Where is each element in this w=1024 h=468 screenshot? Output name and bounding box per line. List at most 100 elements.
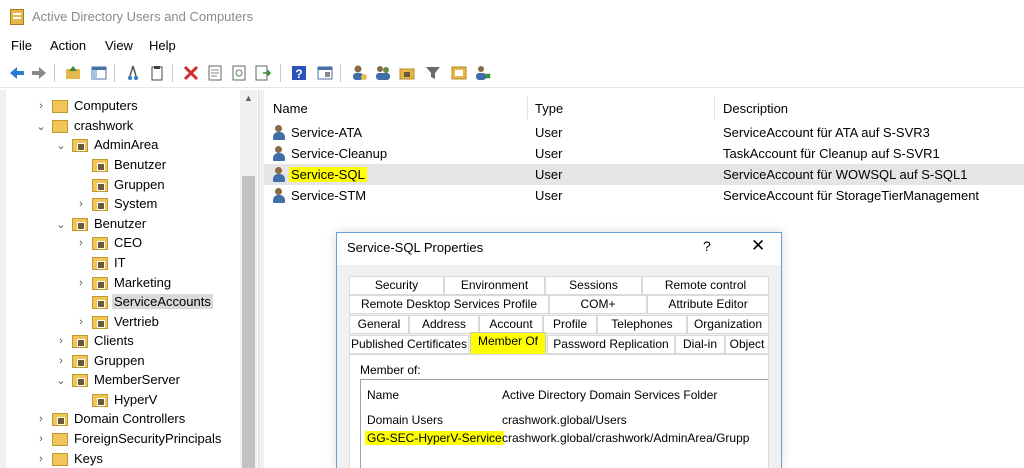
chevron-down-icon[interactable]: ⌄ bbox=[56, 218, 66, 231]
tree-item-label: Benutzer bbox=[114, 157, 167, 172]
chevron-right-icon[interactable]: › bbox=[36, 100, 46, 112]
up-folder-icon[interactable] bbox=[64, 64, 82, 82]
chevron-down-icon[interactable]: ⌄ bbox=[56, 139, 66, 152]
ou-folder-icon bbox=[92, 159, 108, 172]
tab-com-plus[interactable]: COM+ bbox=[549, 295, 647, 314]
tab-organization[interactable]: Organization bbox=[687, 315, 769, 334]
tree-scrollbar[interactable]: ▲ bbox=[240, 90, 257, 468]
tab-member-of[interactable]: Member Of bbox=[470, 332, 546, 354]
tab-object[interactable]: Object bbox=[725, 335, 769, 354]
properties-icon[interactable] bbox=[206, 64, 224, 82]
user-icon bbox=[272, 188, 286, 203]
chevron-right-icon[interactable]: › bbox=[76, 237, 86, 249]
filter-icon[interactable] bbox=[424, 64, 442, 82]
member-row[interactable]: Domain Users crashwork.global/Users bbox=[361, 412, 767, 430]
new-group-icon[interactable] bbox=[374, 64, 392, 82]
show-tree-icon[interactable] bbox=[90, 64, 108, 82]
chevron-right-icon[interactable]: › bbox=[36, 413, 46, 425]
console-icon[interactable] bbox=[316, 64, 334, 82]
ou-folder-icon bbox=[72, 139, 88, 152]
new-ou-icon[interactable] bbox=[398, 64, 416, 82]
tree-item-label: System bbox=[114, 196, 158, 211]
tree-item-label: HyperV bbox=[114, 392, 158, 407]
chevron-right-icon[interactable]: › bbox=[36, 433, 46, 445]
column-header-description[interactable]: Description bbox=[723, 101, 788, 116]
member-name: Domain Users bbox=[367, 413, 444, 427]
list-row-selected[interactable]: Service-SQL User ServiceAccount für WOWS… bbox=[264, 164, 1024, 185]
scroll-up-icon[interactable]: ▲ bbox=[240, 90, 257, 107]
forward-icon[interactable] bbox=[30, 64, 48, 82]
tree-item-label: Gruppen bbox=[114, 177, 165, 192]
help-button[interactable]: ? bbox=[703, 238, 711, 254]
chevron-down-icon[interactable]: ⌄ bbox=[36, 120, 46, 133]
chevron-right-icon[interactable]: › bbox=[36, 453, 46, 465]
ou-folder-icon bbox=[92, 296, 108, 309]
tab-general[interactable]: General bbox=[349, 315, 409, 334]
toolbar-separator bbox=[54, 64, 55, 82]
list-row[interactable]: Service-ATA User ServiceAccount für ATA … bbox=[264, 122, 1024, 143]
column-header-type[interactable]: Type bbox=[535, 101, 563, 116]
tab-environment[interactable]: Environment bbox=[444, 276, 545, 295]
navigation-tree: › Computers ⌄ crashwork ⌄ AdminArea Benu… bbox=[0, 90, 258, 468]
back-icon[interactable] bbox=[8, 64, 26, 82]
folder-icon bbox=[52, 100, 68, 113]
member-of-list[interactable]: Name Active Directory Domain Services Fo… bbox=[360, 379, 768, 468]
scrollbar-thumb[interactable] bbox=[242, 176, 255, 468]
row-type: User bbox=[535, 188, 563, 203]
member-row[interactable]: GG-SEC-HyperV-Service crashwork.global/c… bbox=[361, 430, 767, 448]
delegate-icon[interactable] bbox=[474, 64, 492, 82]
help-icon[interactable]: ? bbox=[290, 64, 308, 82]
column-header-name[interactable]: Name bbox=[273, 101, 308, 116]
tab-attribute-editor[interactable]: Attribute Editor bbox=[647, 295, 769, 314]
aduc-icon bbox=[10, 9, 24, 25]
ou-folder-icon bbox=[92, 277, 108, 290]
row-description: ServiceAccount für ATA auf S-SVR3 bbox=[723, 125, 930, 140]
menu-file[interactable]: File bbox=[11, 38, 32, 53]
delete-icon[interactable] bbox=[182, 64, 200, 82]
member-folder: crashwork.global/Users bbox=[502, 413, 627, 427]
menu-help[interactable]: Help bbox=[149, 38, 176, 53]
new-user-icon[interactable] bbox=[350, 64, 368, 82]
menu-action[interactable]: Action bbox=[50, 38, 86, 53]
chevron-right-icon[interactable]: › bbox=[76, 277, 86, 289]
chevron-right-icon[interactable]: › bbox=[56, 335, 66, 347]
row-type: User bbox=[535, 146, 563, 161]
tab-remote-control[interactable]: Remote control bbox=[642, 276, 769, 295]
export-icon[interactable] bbox=[254, 64, 272, 82]
tree-item-label: Gruppen bbox=[94, 353, 145, 368]
tab-address[interactable]: Address bbox=[409, 315, 479, 334]
tree-item-label: ForeignSecurityPrincipals bbox=[74, 431, 222, 446]
chevron-right-icon[interactable]: › bbox=[76, 198, 86, 210]
ou-folder-icon bbox=[92, 179, 108, 192]
column-separator[interactable] bbox=[527, 96, 528, 120]
chevron-down-icon[interactable]: ⌄ bbox=[56, 374, 66, 387]
ou-folder-icon bbox=[72, 374, 88, 387]
ou-folder-icon bbox=[72, 355, 88, 368]
tree-item-label: MemberServer bbox=[94, 372, 180, 387]
member-column-name[interactable]: Name bbox=[367, 388, 399, 402]
list-row[interactable]: Service-STM User ServiceAccount für Stor… bbox=[264, 185, 1024, 206]
row-name: Service-ATA bbox=[291, 125, 363, 140]
tab-security[interactable]: Security bbox=[349, 276, 444, 295]
row-description: ServiceAccount für WOWSQL auf S-SQL1 bbox=[723, 167, 968, 182]
dialog-title: Service-SQL Properties bbox=[347, 240, 484, 255]
copy-icon[interactable] bbox=[148, 64, 166, 82]
tree-item-label: Marketing bbox=[114, 275, 172, 290]
list-row[interactable]: Service-Cleanup User TaskAccount für Cle… bbox=[264, 143, 1024, 164]
chevron-right-icon[interactable]: › bbox=[56, 355, 66, 367]
cut-icon[interactable] bbox=[124, 64, 142, 82]
add-to-group-icon[interactable] bbox=[450, 64, 468, 82]
close-button[interactable]: ✕ bbox=[751, 236, 765, 256]
tab-published-certificates[interactable]: Published Certificates bbox=[349, 335, 469, 354]
chevron-right-icon[interactable]: › bbox=[76, 316, 86, 328]
tab-profile[interactable]: Profile bbox=[543, 315, 597, 334]
column-separator[interactable] bbox=[714, 96, 715, 120]
member-column-folder[interactable]: Active Directory Domain Services Folder bbox=[502, 388, 717, 402]
tab-dial-in[interactable]: Dial-in bbox=[675, 335, 725, 354]
menu-view[interactable]: View bbox=[105, 38, 133, 53]
tab-telephones[interactable]: Telephones bbox=[597, 315, 687, 334]
tab-password-replication[interactable]: Password Replication bbox=[547, 335, 675, 354]
tab-remote-desktop-services-profile[interactable]: Remote Desktop Services Profile bbox=[349, 295, 549, 314]
tab-sessions[interactable]: Sessions bbox=[545, 276, 642, 295]
refresh-icon[interactable] bbox=[230, 64, 248, 82]
